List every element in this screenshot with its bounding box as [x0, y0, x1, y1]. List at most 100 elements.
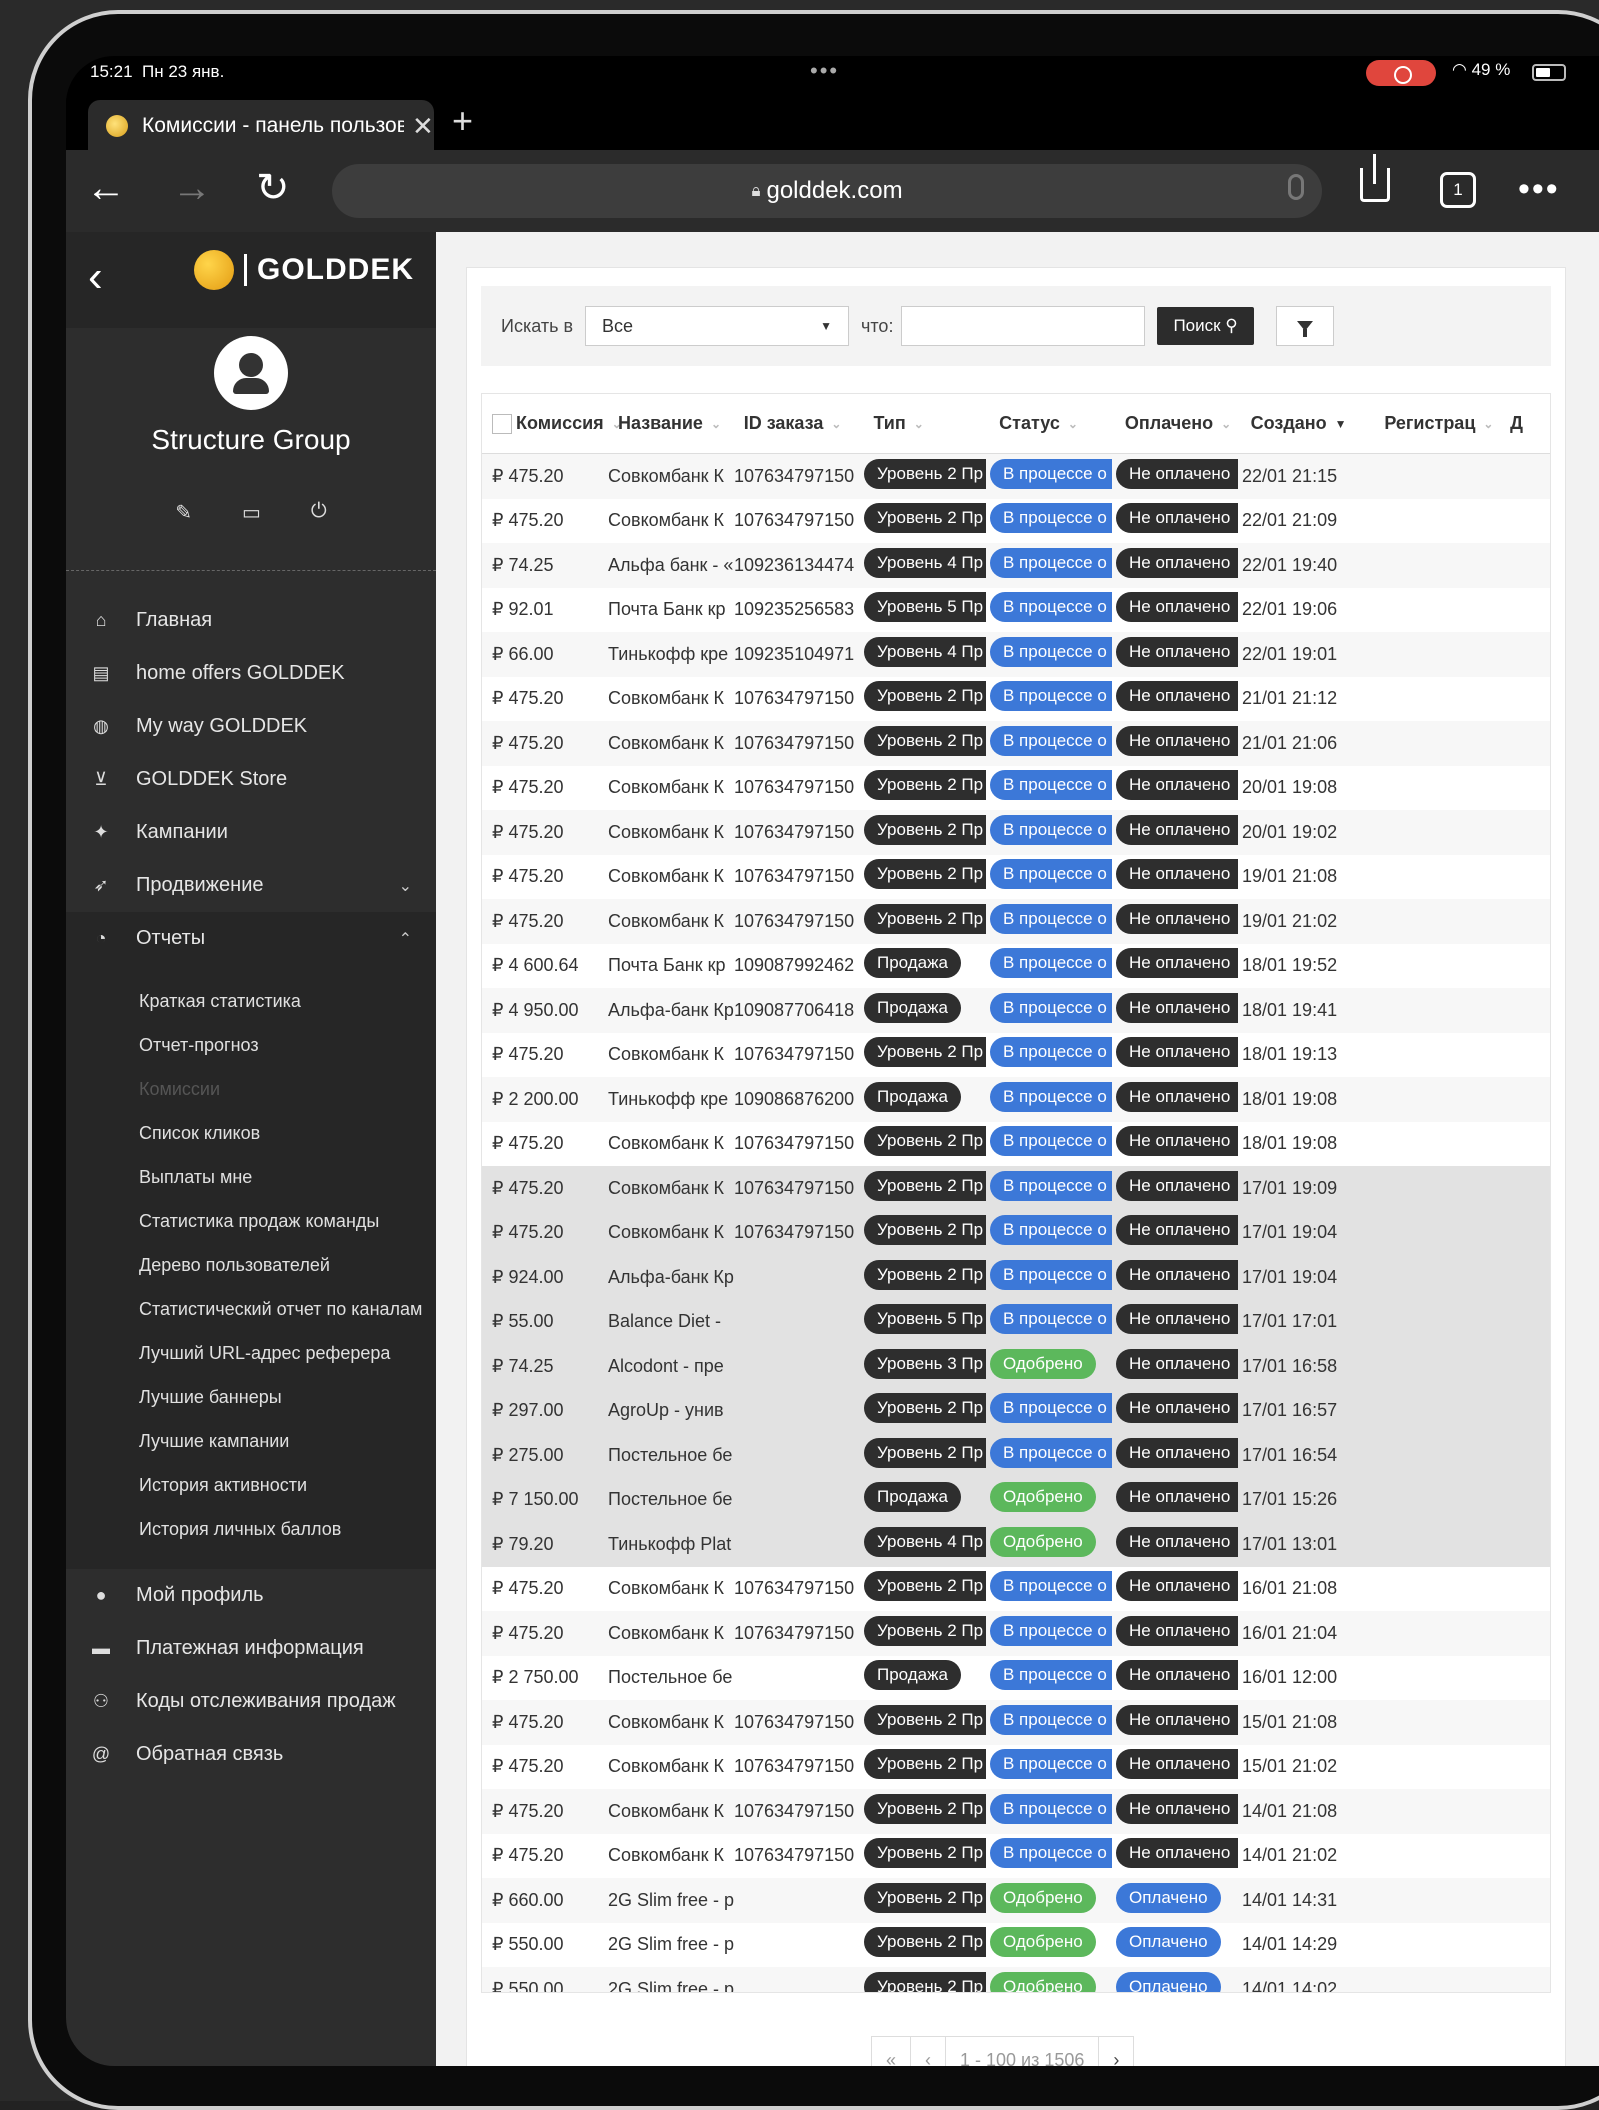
- table-row[interactable]: ₽ 2 200.00 Тинькофф кре 109086876200 Продаж…: [482, 1077, 1550, 1122]
- edit-icon[interactable]: ✎: [175, 500, 192, 525]
- submenu-item[interactable]: Лучшие кампании: [66, 1419, 436, 1463]
- submenu-item[interactable]: Статистика продаж команды: [66, 1199, 436, 1243]
- sidebar-bottom-item-1[interactable]: ▬ Платежная информация: [66, 1622, 436, 1675]
- table-row[interactable]: ₽ 475.20 Совкомбанк К 107634797150 Уровень …: [482, 1789, 1550, 1834]
- submenu-item[interactable]: Дерево пользователей: [66, 1243, 436, 1287]
- paid-cell: Не оплачено: [1116, 1482, 1242, 1517]
- search-scope-select[interactable]: Все ▼: [585, 306, 850, 346]
- prev-page-button[interactable]: ‹: [911, 2037, 947, 2066]
- sidebar-bottom-item-3[interactable]: @ Обратная связь: [66, 1728, 436, 1781]
- table-row[interactable]: ₽ 475.20 Совкомбанк К 107634797150 Уровень …: [482, 1700, 1550, 1745]
- table-row[interactable]: ₽ 475.20 Совкомбанк К 107634797150 Уровень …: [482, 499, 1550, 544]
- table-row[interactable]: ₽ 475.20 Совкомбанк К 107634797150 Уровень …: [482, 1611, 1550, 1656]
- back-arrow-icon[interactable]: ←: [86, 166, 126, 210]
- column-header[interactable]: Регистрац ⌄: [1384, 413, 1510, 434]
- order-id-cell: 107634797150: [734, 1622, 855, 1643]
- monitor-icon[interactable]: ▭: [242, 500, 261, 525]
- share-icon[interactable]: [1360, 154, 1390, 202]
- reload-icon[interactable]: ↻: [256, 166, 290, 210]
- basket-icon: ⊻: [94, 769, 108, 789]
- address-bar[interactable]: 🔒︎ golddek.com: [332, 164, 1322, 218]
- column-header[interactable]: Название ⌄: [618, 413, 744, 434]
- column-header[interactable]: Статус ⌄: [999, 413, 1125, 434]
- submenu-item[interactable]: История активности: [66, 1463, 436, 1507]
- column-header[interactable]: ID заказа ⌄: [744, 413, 874, 434]
- table-row[interactable]: ₽ 55.00 Balance Diet - Уровень 5 Пр В проце…: [482, 1299, 1550, 1344]
- search-input[interactable]: [901, 306, 1146, 346]
- table-row[interactable]: ₽ 2 750.00 Постельное бе Продажа В процессе…: [482, 1656, 1550, 1701]
- more-icon[interactable]: •••: [1518, 170, 1560, 209]
- sidebar-item-1[interactable]: ▤ home offers GOLDDEK: [66, 647, 436, 700]
- table-row[interactable]: ₽ 66.00 Тинькофф кре 109235104971 Уровень 4…: [482, 632, 1550, 677]
- select-all-checkbox[interactable]: [492, 413, 512, 434]
- table-row[interactable]: ₽ 74.25 Alcodont - пре Уровень 3 Пр Одобрен…: [482, 1344, 1550, 1389]
- microphone-icon[interactable]: [1288, 174, 1304, 200]
- sidebar-item-2[interactable]: ◍ My way GOLDDEK: [66, 700, 436, 753]
- table-row[interactable]: ₽ 475.20 Совкомбанк К 107634797150 Уровень …: [482, 855, 1550, 900]
- table-row[interactable]: ₽ 660.00 2G Slim free - р Уровень 2 Пр Одоб…: [482, 1878, 1550, 1923]
- forward-arrow-icon[interactable]: →: [172, 166, 212, 210]
- table-row[interactable]: ₽ 7 150.00 Постельное бе Продажа Одобрено Не…: [482, 1477, 1550, 1522]
- sidebar-item-6[interactable]: ◔ Отчеты ⌃: [66, 912, 436, 965]
- table-row[interactable]: ₽ 475.20 Совкомбанк К 107634797150 Уровень …: [482, 899, 1550, 944]
- submenu-item[interactable]: Выплаты мне: [66, 1155, 436, 1199]
- type-cell: Продажа: [864, 1081, 990, 1117]
- table-row[interactable]: ₽ 475.20 Совкомбанк К 107634797150 Уровень …: [482, 1567, 1550, 1612]
- next-page-button[interactable]: ›: [1099, 2037, 1133, 2067]
- table-row[interactable]: ₽ 297.00 AgroUp - унив Уровень 2 Пр В проце…: [482, 1388, 1550, 1433]
- table-row[interactable]: ₽ 475.20 Совкомбанк К 107634797150 Уровень …: [482, 1122, 1550, 1167]
- table-row[interactable]: ₽ 275.00 Постельное бе Уровень 2 Пр В проце…: [482, 1433, 1550, 1478]
- table-row[interactable]: ₽ 550.00 2G Slim free - р Уровень 2 Пр Одоб…: [482, 1923, 1550, 1968]
- browser-tab[interactable]: Комиссии - панель пользователя ✕: [88, 100, 434, 152]
- table-row[interactable]: ₽ 475.20 Совкомбанк К 107634797150 Уровень …: [482, 677, 1550, 722]
- submenu-item[interactable]: Комиссии: [66, 1067, 436, 1111]
- search-button[interactable]: Поиск ⚲: [1157, 307, 1254, 345]
- first-page-button[interactable]: «: [872, 2037, 912, 2066]
- sidebar-item-4[interactable]: ✦ Кампании: [66, 806, 436, 859]
- collapse-sidebar-icon[interactable]: ‹: [88, 252, 103, 302]
- table-row[interactable]: ₽ 475.20 Совкомбанк К 107634797150 Уровень …: [482, 766, 1550, 811]
- column-header[interactable]: Комиссия ⌄: [516, 413, 622, 434]
- table-row[interactable]: ₽ 475.20 Совкомбанк К 107634797150 Уровень …: [482, 1210, 1550, 1255]
- table-row[interactable]: ₽ 92.01 Почта Банк кр 109235256583 Уровень …: [482, 588, 1550, 633]
- table-row[interactable]: ₽ 550.00 2G Slim free - р Уровень 2 Пр Одоб…: [482, 1967, 1550, 1992]
- column-header[interactable]: Тип ⌄: [873, 413, 999, 434]
- table-row[interactable]: ₽ 475.20 Совкомбанк К 107634797150 Уровень …: [482, 810, 1550, 855]
- submenu-item[interactable]: Отчет-прогноз: [66, 1023, 436, 1067]
- table-row[interactable]: ₽ 475.20 Совкомбанк К 107634797150 Уровень …: [482, 1033, 1550, 1078]
- name-cell: Почта Банк кр: [608, 599, 726, 620]
- submenu-item[interactable]: Лучшие баннеры: [66, 1375, 436, 1419]
- table-row[interactable]: ₽ 475.20 Совкомбанк К 107634797150 Уровень …: [482, 1834, 1550, 1879]
- logo[interactable]: GOLDDEK: [194, 250, 414, 290]
- table-row[interactable]: ₽ 4 950.00 Альфа-банк Кр 109087706418 Прода…: [482, 988, 1550, 1033]
- submenu-item[interactable]: Лучший URL-адрес реферера: [66, 1331, 436, 1375]
- table-row[interactable]: ₽ 924.00 Альфа-банк Кр Уровень 2 Пр В проце…: [482, 1255, 1550, 1300]
- table-row[interactable]: ₽ 475.20 Совкомбанк К 107634797150 Уровень …: [482, 1166, 1550, 1211]
- column-header[interactable]: Оплачено ⌄: [1125, 413, 1251, 434]
- submenu-item[interactable]: Список кликов: [66, 1111, 436, 1155]
- sidebar-bottom-item-0[interactable]: ● Мой профиль: [66, 1569, 436, 1622]
- table-row[interactable]: ₽ 475.20 Совкомбанк К 107634797150 Уровень …: [482, 454, 1550, 499]
- tabs-count-button[interactable]: 1: [1440, 172, 1476, 208]
- new-tab-icon[interactable]: +: [452, 100, 473, 142]
- multitask-dots-icon[interactable]: •••: [810, 58, 839, 84]
- table-row[interactable]: ₽ 79.20 Тинькофф Plat Уровень 4 Пр Одобрено…: [482, 1522, 1550, 1567]
- filter-button[interactable]: [1275, 306, 1334, 346]
- submenu-item[interactable]: Статистический отчет по каналам: [66, 1287, 436, 1331]
- created-cell: 21/01 21:06: [1242, 732, 1338, 753]
- table-row[interactable]: ₽ 74.25 Альфа банк - «109236134474 Уровень…: [482, 543, 1550, 588]
- sidebar-item-3[interactable]: ⊻ GOLDDEK Store: [66, 753, 436, 806]
- table-row[interactable]: ₽ 475.20 Совкомбанк К 107634797150 Уровень …: [482, 721, 1550, 766]
- sidebar-item-0[interactable]: ⌂ Главная: [66, 594, 436, 647]
- sidebar-item-5[interactable]: ➶ Продвижение ⌄: [66, 859, 436, 912]
- sidebar-bottom-item-2[interactable]: ⚇ Коды отслеживания продаж: [66, 1675, 436, 1728]
- column-header[interactable]: Д: [1510, 413, 1550, 434]
- column-header[interactable]: Создано ▼: [1251, 413, 1385, 434]
- submenu-item[interactable]: История личных баллов: [66, 1507, 436, 1551]
- submenu-item[interactable]: Краткая статистика: [66, 979, 436, 1023]
- power-icon[interactable]: ⏻: [311, 500, 327, 525]
- table-row[interactable]: ₽ 475.20 Совкомбанк К 107634797150 Уровень …: [482, 1745, 1550, 1790]
- close-tab-icon[interactable]: ✕: [412, 111, 434, 142]
- avatar[interactable]: [214, 336, 288, 410]
- table-row[interactable]: ₽ 4 600.64 Почта Банк кр 109087992462 Прода…: [482, 944, 1550, 989]
